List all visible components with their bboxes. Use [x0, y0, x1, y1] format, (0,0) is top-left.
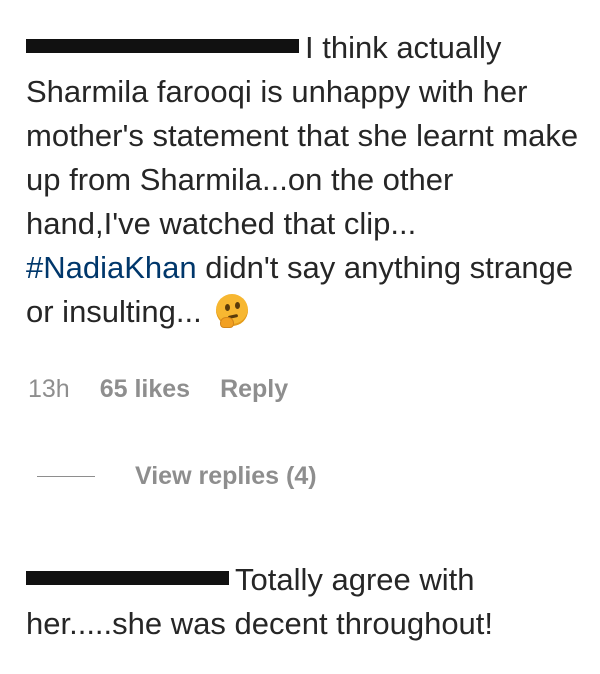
thinking-face-icon: [216, 293, 249, 328]
comment-timestamp: 13h: [28, 375, 70, 403]
likes-count[interactable]: 65 likes: [100, 375, 190, 404]
redacted-username: [26, 570, 229, 585]
view-replies-row[interactable]: View replies (4): [37, 462, 317, 491]
comment-meta: 13h 65 likes Reply: [28, 375, 288, 404]
replies-divider: [37, 476, 95, 477]
comment-text-part-1: I think actually Sharmila farooqi is unh…: [26, 30, 579, 241]
hashtag-link[interactable]: #NadiaKhan: [26, 250, 197, 285]
comment-body: I think actually Sharmila farooqi is unh…: [26, 26, 586, 334]
view-replies-button[interactable]: View replies (4): [135, 462, 317, 491]
redacted-username: [26, 38, 299, 53]
comment-body-2: Totally agree with her.....she was decen…: [26, 558, 586, 646]
reply-button[interactable]: Reply: [220, 375, 288, 404]
